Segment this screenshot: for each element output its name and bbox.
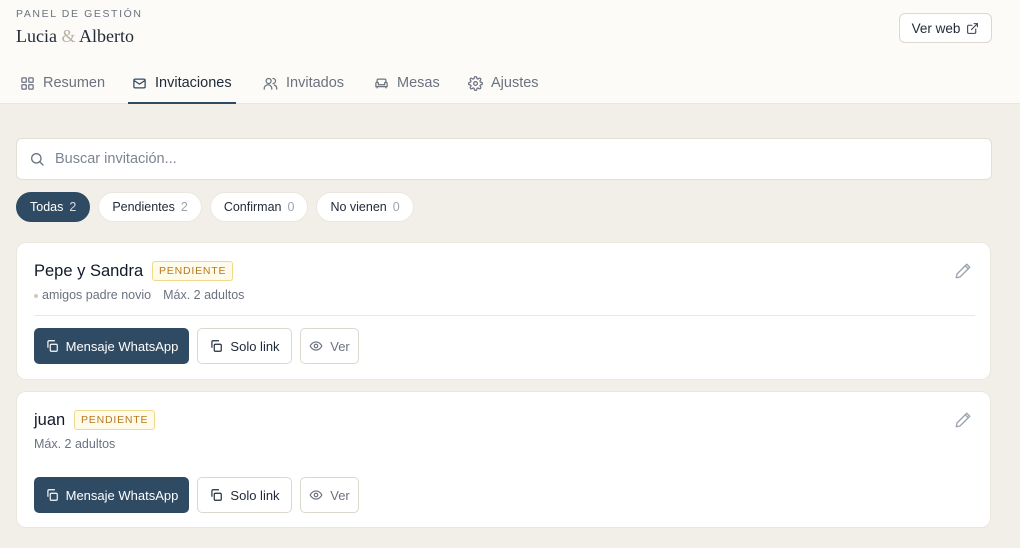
whatsapp-message-button[interactable]: Mensaje WhatsApp [34,477,189,513]
invitation-name: Pepe y Sandra [34,262,144,280]
tab-label: Invitados [286,75,345,91]
filter-confirman[interactable]: Confirman 0 [209,192,309,222]
search-input[interactable] [55,151,955,167]
max-adults: Máx. 2 adultos [34,437,116,451]
grid-icon [21,77,34,90]
copy-icon [46,340,58,352]
filter-todas[interactable]: Todas 2 [16,192,91,222]
tab-label: Resumen [43,75,106,91]
card-divider [34,315,975,316]
group-tag: amigos padre novio [34,288,151,302]
invitation-card: juan PENDIENTE Máx. 2 adultos Mensaje Wh… [16,391,991,528]
couple-ampersand: & [61,26,76,46]
app-header: PANEL DE GESTIÓN Lucia & Alberto Ver web… [0,0,1020,104]
tab-invitaciones[interactable]: Invitaciones [128,70,236,104]
filter-no-vienen[interactable]: No vienen 0 [316,192,414,222]
view-invitation-button[interactable]: Ver [300,328,359,364]
tab-label: Ajustes [491,75,539,91]
search-box [16,138,992,180]
status-badge: PENDIENTE [152,261,234,281]
eye-icon [309,341,323,351]
invitation-meta: Máx. 2 adultos [34,437,115,451]
sofa-icon [375,78,388,89]
couple-first-name: Lucia [16,26,57,46]
external-link-icon [967,22,979,34]
pencil-edit-icon[interactable] [954,411,972,429]
search-icon [31,153,44,166]
invitation-meta: amigos padre novio Máx. 2 adultos [34,288,244,302]
main-tabs: Resumen Invitaciones Invitados Mesas Aju… [0,70,1020,104]
tab-label: Invitaciones [155,75,232,91]
tab-invitados[interactable]: Invitados [263,70,344,104]
filter-label: Confirman [223,200,282,214]
filter-count: 0 [392,200,400,214]
pencil-edit-icon[interactable] [954,262,972,280]
button-label: Ver [330,338,350,354]
tab-mesas[interactable]: Mesas [374,70,440,104]
button-label: Ver [330,487,350,503]
tab-resumen[interactable]: Resumen [20,70,105,104]
tab-label: Mesas [397,75,440,91]
button-label: Solo link [230,338,280,354]
filter-count: 2 [69,200,77,214]
eye-icon [309,490,323,500]
couple-second-name: Alberto [79,26,134,46]
filter-pendientes[interactable]: Pendientes 2 [98,192,202,222]
invitation-name: juan [34,411,66,429]
copy-icon [46,489,58,501]
filter-count: 0 [287,200,295,214]
filter-count: 2 [180,200,188,214]
filter-label: Todas [30,200,64,214]
max-adults: Máx. 2 adultos [163,288,245,302]
tab-ajustes[interactable]: Ajustes [468,70,539,104]
group-name: amigos padre novio [42,288,152,302]
status-badge: PENDIENTE [74,410,156,430]
copy-link-button[interactable]: Solo link [197,477,292,513]
filter-label: No vienen [330,200,387,214]
button-label: Mensaje WhatsApp [65,338,179,354]
users-icon [263,77,278,90]
couple-title: Lucia & Alberto [16,26,134,47]
copy-icon [211,340,223,352]
group-dot-icon [34,293,38,298]
button-label: Solo link [230,487,280,503]
copy-icon [211,489,223,501]
view-website-button[interactable]: Ver web [899,13,992,43]
gear-icon [468,76,483,91]
button-label: Mensaje WhatsApp [65,487,179,503]
view-invitation-button[interactable]: Ver [300,477,359,513]
mail-icon [133,78,146,89]
view-website-label: Ver web [911,20,961,36]
panel-eyebrow: PANEL DE GESTIÓN [16,8,143,20]
filter-label: Pendientes [112,200,175,214]
whatsapp-message-button[interactable]: Mensaje WhatsApp [34,328,189,364]
copy-link-button[interactable]: Solo link [197,328,292,364]
invitation-card: Pepe y Sandra PENDIENTE amigos padre nov… [16,242,991,380]
status-filters: Todas 2 Pendientes 2 Confirman 0 No vien… [16,192,414,222]
